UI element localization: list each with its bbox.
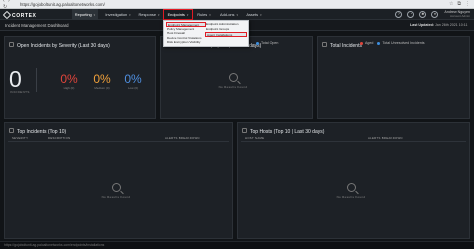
star-icon[interactable]: ☆ bbox=[449, 1, 453, 7]
menu-item-agent-installations[interactable]: Agent Installations bbox=[205, 32, 247, 37]
high-percent: 0% bbox=[60, 72, 78, 86]
unresolved-dot bbox=[377, 41, 381, 45]
header-divider bbox=[241, 141, 466, 142]
legend: Aged Total Unresolved Incidents bbox=[360, 41, 425, 45]
header-divider bbox=[8, 141, 229, 142]
chevron-down-icon: ▾ bbox=[186, 12, 189, 17]
column-header-host-name[interactable]: HOST NAME bbox=[245, 136, 264, 140]
header-icons: ? ◔ ✱ ● Andrew Nguyen Account Admin bbox=[395, 10, 470, 18]
total-incidents-count: 0 bbox=[9, 66, 22, 92]
nav-response[interactable]: Response ▾ bbox=[138, 9, 160, 20]
aged-dot bbox=[360, 41, 363, 45]
no-results: No Results Found bbox=[101, 183, 131, 199]
user-role: Account Admin bbox=[449, 14, 470, 18]
nav-investigation[interactable]: Investigation ▾ bbox=[104, 9, 132, 20]
chevron-down-icon[interactable]: ▾ bbox=[58, 23, 60, 27]
last-updated: Last Updated: Jan 26th 2021 10:11 bbox=[410, 23, 468, 27]
column-header-alerts-breakdown[interactable]: ALERTS BREAKDOWN bbox=[165, 136, 200, 140]
top-hosts-widget: Top Hosts (Top 10 | Last 30 days) bbox=[237, 122, 470, 239]
nav-addons[interactable]: Add-ons ▾ bbox=[219, 9, 239, 20]
chevron-down-icon: ▾ bbox=[260, 12, 262, 17]
widget-title: Top Incidents (Top 10) bbox=[17, 129, 67, 135]
medium-percent: 0% bbox=[93, 72, 111, 86]
magnifier-icon bbox=[111, 183, 121, 192]
extension-icon[interactable]: ⧉ bbox=[457, 1, 461, 7]
endpoints-dropdown: Endpoint Management Policy Management Ho… bbox=[163, 20, 249, 47]
menu-icon[interactable]: ⋮ bbox=[465, 1, 470, 7]
divider bbox=[36, 68, 37, 92]
medium-label: Medium (0) bbox=[94, 86, 110, 90]
column-header-alerts-breakdown[interactable]: ALERTS BREAKDOWN bbox=[368, 136, 403, 140]
cortex-logo[interactable]: CORTEX XDR bbox=[2, 10, 37, 25]
browser-toolbar: ‹ › ↻ https://gojoboltunit.ag.paloaltone… bbox=[0, 0, 474, 10]
widget-title: Open Incidents by Severity (Last 30 days… bbox=[17, 43, 110, 49]
no-results: No Results Found bbox=[336, 183, 366, 199]
column-header-description[interactable]: DESCRIPTION bbox=[48, 136, 70, 140]
total-incidents-widget: Total Incidents bbox=[317, 36, 470, 119]
logo-text: CORTEX bbox=[12, 13, 37, 19]
nav-rules[interactable]: Rules ▾ bbox=[196, 9, 212, 20]
widget-title: Top Hosts (Top 10 | Last 30 days) bbox=[250, 129, 325, 135]
nav-reporting[interactable]: Reporting ▾ bbox=[72, 9, 98, 20]
help-icon[interactable]: ? bbox=[395, 10, 403, 18]
nav-endpoints[interactable]: Endpoints ▾ bbox=[163, 9, 193, 20]
total-incidents-label: INCIDENTS bbox=[10, 90, 30, 94]
notifications-icon[interactable]: ◔ bbox=[407, 10, 415, 18]
magnifier-icon bbox=[346, 183, 356, 192]
top-navigation: CORTEX XDR Reporting▾ Investigation▾ Res… bbox=[0, 9, 474, 25]
chevron-down-icon: ▾ bbox=[93, 12, 96, 17]
cortex-logo-icon bbox=[2, 10, 12, 19]
nav-assets[interactable]: Assets ▾ bbox=[245, 9, 263, 20]
no-results: No Results Found bbox=[218, 73, 248, 89]
chevron-down-icon: ▾ bbox=[209, 12, 211, 17]
chevron-down-icon: ▾ bbox=[158, 12, 160, 17]
user-info[interactable]: Andrew Nguyen Account Admin bbox=[444, 10, 470, 18]
user-avatar-icon[interactable]: ● bbox=[431, 10, 439, 18]
settings-icon[interactable]: ✱ bbox=[419, 10, 427, 18]
magnifier-icon bbox=[228, 73, 238, 82]
low-label: Low (0) bbox=[127, 86, 138, 90]
high-label: High (0) bbox=[63, 86, 75, 90]
chevron-down-icon: ▾ bbox=[129, 12, 131, 17]
widget-title: Total Incidents bbox=[330, 43, 362, 49]
column-header-severity[interactable]: SEVERITY bbox=[12, 136, 28, 140]
widget-handle-icon[interactable] bbox=[322, 42, 327, 47]
widget-handle-icon[interactable] bbox=[242, 128, 247, 133]
browser-tools: ☆ ⧉ ⋮ bbox=[449, 1, 470, 7]
widget-handle-icon[interactable] bbox=[9, 42, 14, 47]
browser-status-bar: https://gojoboltunit.ag.paloaltonetworks… bbox=[0, 241, 474, 249]
low-percent: 0% bbox=[124, 72, 142, 86]
widget-handle-icon[interactable] bbox=[9, 128, 14, 133]
total-open-dot bbox=[256, 41, 259, 45]
chevron-down-icon: ▾ bbox=[236, 12, 238, 17]
menu-item-disk-encryption-visibility[interactable]: Disk Encryption Visibility bbox=[166, 40, 200, 45]
legend: Total Open bbox=[256, 41, 278, 45]
